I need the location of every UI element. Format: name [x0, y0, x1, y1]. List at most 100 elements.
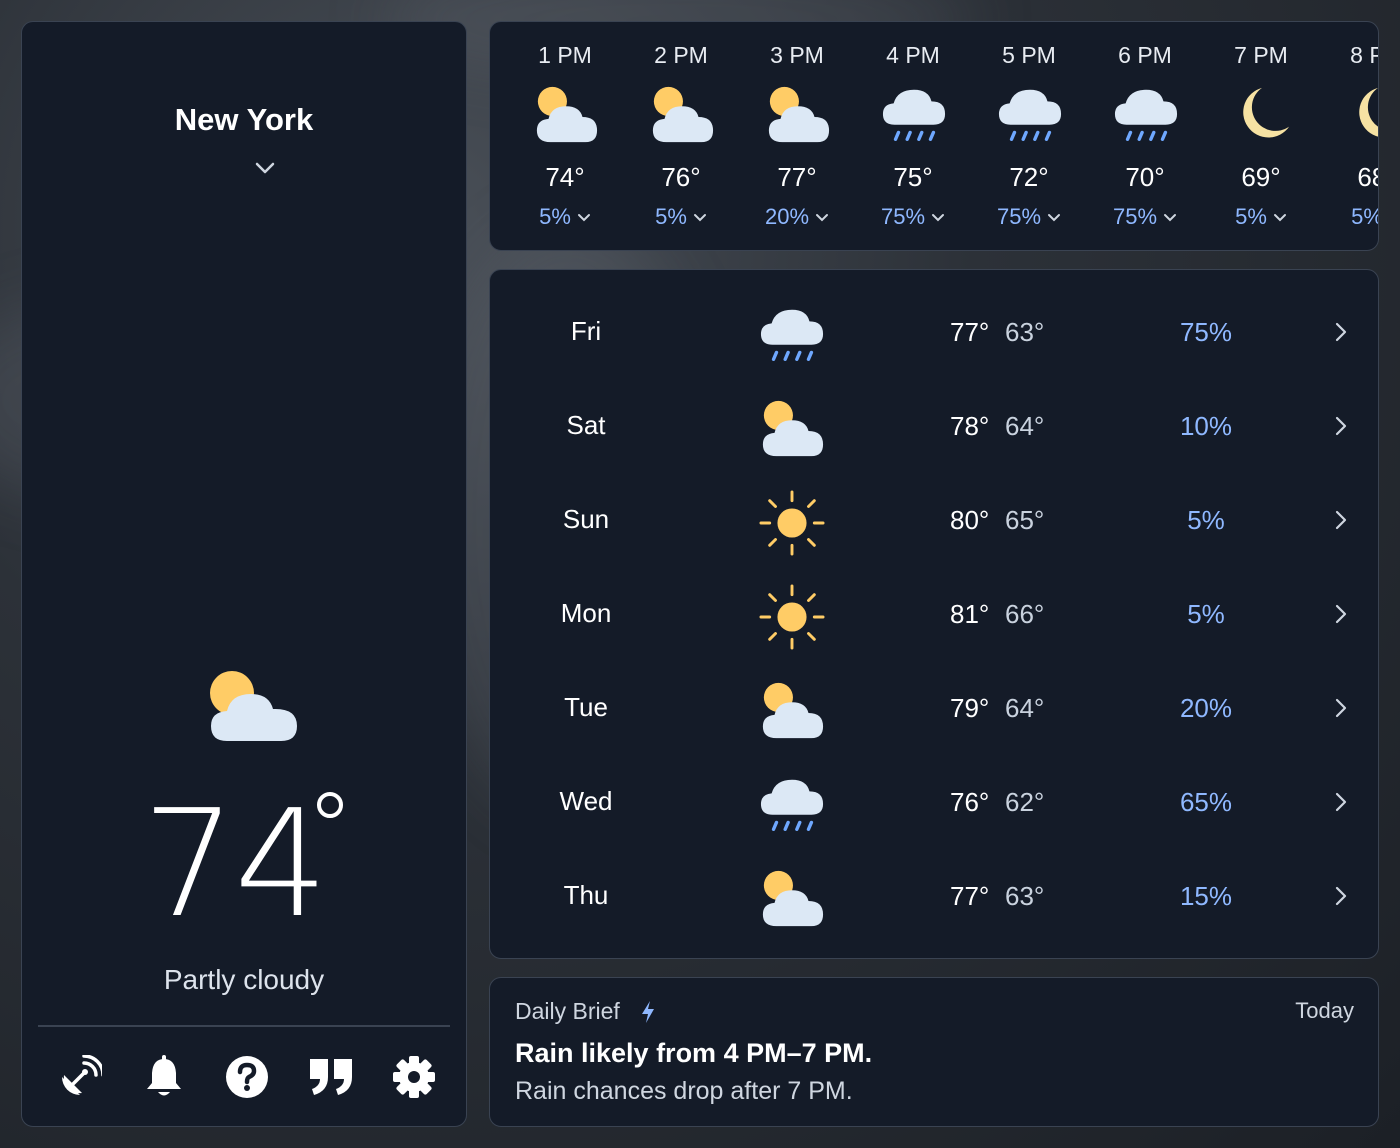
hour-precip-value: 5%: [539, 204, 571, 229]
hour-precip-value: 75%: [880, 204, 926, 229]
rain-icon: [998, 89, 1062, 141]
day-precip: 15%: [1179, 881, 1233, 911]
hour-precip[interactable]: 75%: [855, 204, 971, 230]
day-high: 77°: [950, 317, 990, 347]
help-button[interactable]: [224, 1054, 270, 1100]
notifications-button[interactable]: [141, 1054, 187, 1100]
current-weather-panel: New York 74 Partly cloudy: [21, 21, 467, 1127]
hourly-forecast[interactable]: 1 PM 74° 5% 2 PM 76° 5% 3 PM 77° 20% 4 PM 75° 75% 5 …: [489, 21, 1379, 251]
current-temperature: 74: [142, 778, 328, 950]
day-high: 81°: [950, 599, 990, 629]
day-high: 77°: [950, 881, 990, 911]
help-icon: [226, 1056, 268, 1098]
day-name: Sun: [562, 504, 610, 534]
radar-icon: [62, 1055, 102, 1095]
hour-temp: 77°: [777, 162, 817, 192]
day-name: Mon: [560, 598, 612, 628]
day-low: 63°: [1005, 317, 1045, 347]
quote-button[interactable]: [308, 1054, 354, 1100]
chevron-right-icon: [1335, 792, 1347, 812]
brief-headline: Rain likely from 4 PM–7 PM.: [515, 1038, 873, 1068]
rain-icon: [760, 309, 824, 361]
chevron-down-icon: [1164, 214, 1177, 222]
chevron-right-icon: [1335, 698, 1347, 718]
day-precip: 5%: [1187, 505, 1225, 535]
daily-brief-card[interactable]: Daily Brief Today Rain likely from 4 PM–…: [489, 977, 1379, 1127]
hour-temp: 75°: [893, 162, 933, 192]
hour-precip[interactable]: 75%: [1087, 204, 1203, 230]
hour-time: 2 PM: [654, 42, 708, 68]
partly-cloudy-icon: [210, 671, 297, 741]
hour-temp: 76°: [661, 162, 701, 192]
chevron-down-icon: [1273, 214, 1286, 222]
chevron-right-icon: [1335, 416, 1347, 436]
daily-row[interactable]: Sun 80° 65° 5%: [490, 474, 1378, 568]
day-low: 65°: [1005, 505, 1045, 535]
hour-time: 7 PM: [1234, 42, 1288, 68]
chevron-down-icon: [693, 214, 706, 222]
hour-precip-value: 5%: [1235, 204, 1267, 229]
hour-precip[interactable]: 5%: [1319, 204, 1378, 230]
hour-precip[interactable]: 75%: [971, 204, 1087, 230]
hour-precip-value: 5%: [1351, 204, 1378, 229]
partly-cloudy-icon: [762, 400, 824, 457]
day-precip: 65%: [1179, 787, 1233, 817]
daily-row[interactable]: Thu 77° 63° 15%: [490, 850, 1378, 944]
hour-precip-value: 75%: [996, 204, 1042, 229]
partly-cloudy-icon: [536, 86, 598, 143]
hour-time: 1 PM: [538, 42, 592, 68]
chevron-down-icon[interactable]: [253, 158, 277, 178]
chevron-right-icon: [1335, 604, 1347, 624]
hour-temp: 74°: [545, 162, 585, 192]
hour-precip[interactable]: 5%: [623, 204, 739, 230]
hour-time: 5 PM: [1002, 42, 1056, 68]
hour-time: 4 PM: [886, 42, 940, 68]
day-precip: 20%: [1179, 693, 1233, 723]
daily-row[interactable]: Fri 77° 63° 75%: [490, 286, 1378, 380]
day-low: 62°: [1005, 787, 1045, 817]
chevron-right-icon: [1335, 322, 1347, 342]
hour-precip-value: 75%: [1112, 204, 1158, 229]
chevron-right-icon: [1335, 510, 1347, 530]
day-high: 76°: [950, 787, 990, 817]
hour-temp: 69°: [1241, 162, 1281, 192]
brief-date: Today: [1295, 998, 1354, 1023]
daily-row[interactable]: Wed 76° 62° 65%: [490, 756, 1378, 850]
hour-temp: 68°: [1357, 162, 1378, 192]
settings-button[interactable]: [391, 1054, 437, 1100]
hour-precip[interactable]: 5%: [1203, 204, 1319, 230]
daily-row[interactable]: Mon 81° 66° 5%: [490, 568, 1378, 662]
daily-row[interactable]: Tue 79° 64° 20%: [490, 662, 1378, 756]
hour-time: 8 PM: [1350, 42, 1378, 68]
rain-icon: [882, 89, 946, 141]
partly-cloudy-icon: [762, 682, 824, 739]
partly-cloudy-icon: [652, 86, 714, 143]
chevron-down-icon: [1048, 214, 1061, 222]
day-name: Tue: [564, 692, 608, 722]
day-low: 66°: [1005, 599, 1045, 629]
day-high: 79°: [950, 693, 990, 723]
radar-button[interactable]: [57, 1054, 103, 1100]
rain-icon: [1114, 89, 1178, 141]
hour-time: 6 PM: [1118, 42, 1172, 68]
hour-time: 3 PM: [770, 42, 824, 68]
hour-precip[interactable]: 5%: [507, 204, 623, 230]
day-name: Fri: [570, 316, 602, 346]
chevron-down-icon: [932, 214, 945, 222]
chevron-right-icon: [1335, 886, 1347, 906]
divider: [38, 1025, 450, 1027]
city-name[interactable]: New York: [22, 102, 466, 138]
rain-icon: [760, 779, 824, 831]
quote-icon: [309, 1059, 352, 1095]
hour-precip[interactable]: 20%: [739, 204, 855, 230]
day-precip: 5%: [1187, 599, 1225, 629]
lightning-icon: [642, 1001, 654, 1023]
bell-icon: [146, 1055, 181, 1096]
sun-icon: [759, 584, 825, 650]
partly-cloudy-icon: [768, 86, 830, 143]
toolbar: [57, 1054, 437, 1100]
moon-icon: [1359, 87, 1378, 137]
day-name: Wed: [559, 786, 613, 816]
hour-precip-value: 20%: [764, 204, 810, 229]
daily-row[interactable]: Sat 78° 64° 10%: [490, 380, 1378, 474]
